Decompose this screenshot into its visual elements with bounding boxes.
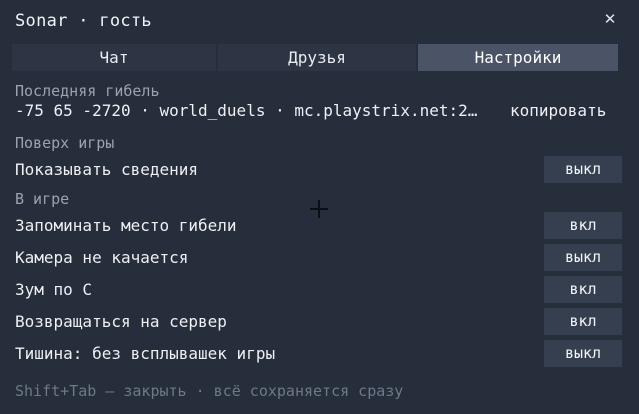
last-death-heading: Последняя гибель — [15, 82, 160, 100]
toggle-silence[interactable]: выкл — [544, 340, 622, 367]
toggle-show-info[interactable]: выкл — [544, 156, 622, 183]
overlay-heading: Поверх игры — [15, 134, 115, 152]
copy-button[interactable]: копировать — [510, 101, 606, 120]
sonar-panel: Sonar · гость ✕ Чат Друзья Настройки Пос… — [0, 0, 639, 414]
toggle-zoom-c[interactable]: вкл — [544, 276, 622, 303]
window-title: Sonar · гость — [15, 11, 152, 31]
ingame-heading: В игре — [15, 190, 70, 208]
crosshair-icon — [310, 200, 328, 218]
toggle-reconnect[interactable]: вкл — [544, 308, 622, 335]
tab-bar: Чат Друзья Настройки — [12, 44, 618, 71]
setting-label-remember-death: Запоминать место гибели — [15, 216, 237, 235]
setting-label-zoom-c: Зум по C — [15, 280, 93, 299]
tab-friends[interactable]: Друзья — [218, 44, 416, 71]
last-death-info: -75 65 -2720 · world_duels · mc.playstri… — [15, 101, 478, 120]
footer-hint: Shift+Tab — закрыть · всё сохраняется ср… — [15, 382, 404, 400]
setting-label-show-info: Показывать сведения — [15, 160, 199, 179]
setting-label-silence: Тишина: без всплывашек игры — [15, 344, 276, 363]
close-icon[interactable]: ✕ — [601, 10, 619, 28]
setting-label-no-camera-bob: Камера не качается — [15, 248, 189, 267]
tab-chat[interactable]: Чат — [12, 44, 216, 71]
tab-settings[interactable]: Настройки — [418, 44, 618, 71]
toggle-remember-death[interactable]: вкл — [544, 212, 622, 239]
setting-label-reconnect: Возвращаться на сервер — [15, 312, 227, 331]
toggle-no-camera-bob[interactable]: выкл — [544, 244, 622, 271]
